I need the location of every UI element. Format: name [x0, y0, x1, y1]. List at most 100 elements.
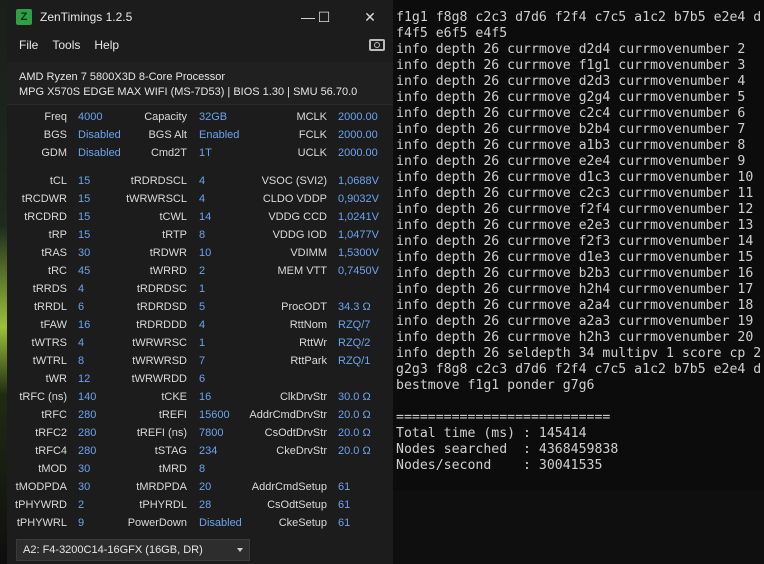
terminal-line: bestmove f1g1 ponder g7g6: [396, 378, 595, 393]
timing-label: tRFC (ns): [19, 391, 67, 403]
timing-label: CsOdtDrvStr: [264, 427, 327, 439]
zentimings-window: Z ZenTimings 1.2.5 — ☐ ✕ File Tools Help…: [7, 0, 393, 564]
timing-label: RttPark: [290, 355, 327, 367]
timing-label: tPHYWRD: [15, 499, 67, 511]
timing-label: CkeDrvStr: [276, 445, 327, 457]
timing-label: tREFI: [158, 409, 187, 421]
timing-value: 1,0241V: [338, 211, 379, 223]
timing-label: tRAS: [41, 247, 67, 259]
timing-label: Freq: [44, 111, 67, 123]
timing-label: tMRDPDA: [136, 481, 187, 493]
terminal-line: f4f5 e6f5 e4f5: [396, 26, 508, 41]
timing-row: BGS Disabled BGS Alt Enabled FCLK 2000.00: [7, 127, 393, 145]
timing-row: tCL 15 tRDRDSCL 4 VSOC (SVI2) 1,0688V: [7, 173, 393, 191]
menu-file[interactable]: File: [19, 38, 38, 52]
timing-label: tRFC4: [35, 445, 67, 457]
timing-label: tMRD: [158, 463, 187, 475]
timing-label: CkeSetup: [278, 517, 327, 529]
timing-label: GDM: [41, 147, 67, 159]
timing-label: tWTRS: [31, 337, 67, 349]
title-bar[interactable]: Z ZenTimings 1.2.5 — ☐ ✕: [7, 0, 393, 34]
timing-value: 20.0 Ω: [338, 409, 371, 421]
timing-label: tSTAG: [154, 445, 187, 457]
timing-value: RZQ/7: [338, 319, 371, 331]
timing-label: tRP: [48, 229, 67, 241]
timing-label: AddrCmdDrvStr: [249, 409, 327, 421]
timing-label: tRFC2: [35, 427, 67, 439]
timing-label: VDDG CCD: [268, 211, 327, 223]
timing-row: tWTRS 4 tWRWRSC 1 RttWr RZQ/2: [7, 335, 393, 353]
timing-label: tRDRDSD: [136, 301, 187, 313]
timing-label: tMODPDA: [15, 481, 67, 493]
chevron-down-icon: [237, 548, 243, 552]
timing-label: BGS: [43, 129, 67, 141]
desktop-background: [393, 490, 764, 564]
menu-tools[interactable]: Tools: [52, 38, 80, 52]
timing-label: RttWr: [299, 337, 327, 349]
terminal-line: info depth 26 currmove a2a4 currmovenumb…: [396, 298, 754, 313]
timing-label: VDDG IOD: [272, 229, 327, 241]
timing-row: tRAS 30 tRDWR 10 VDIMM 1,5300V: [7, 245, 393, 263]
terminal-line: info depth 26 currmove g2g4 currmovenumb…: [396, 90, 746, 105]
timing-row: tRP 15 tRTP 8 VDDG IOD 1,0477V: [7, 227, 393, 245]
timing-row: tMODPDA 30 tMRDPDA 20 AddrCmdSetup 61: [7, 479, 393, 497]
timing-label: AddrCmdSetup: [251, 481, 327, 493]
close-button[interactable]: ✕: [356, 5, 384, 29]
timing-value: 34.3 Ω: [338, 301, 371, 313]
timing-value: 8: [199, 463, 206, 475]
screenshot-camera-icon[interactable]: [369, 39, 385, 51]
terminal-window[interactable]: f1g1 f8g8 c2c3 d7d6 f2f4 c7c5 a1c2 b7b5 …: [393, 0, 764, 490]
timing-label: tRDRDDD: [136, 319, 187, 331]
timing-value: RZQ/1: [338, 355, 371, 367]
timing-label: CsOdtSetup: [267, 499, 327, 511]
timing-row: tWR 12 tWRWRDD 6: [7, 371, 393, 389]
timing-label: tRRDL: [33, 301, 67, 313]
terminal-line: info depth 26 currmove f2f4 currmovenumb…: [396, 202, 754, 217]
terminal-line: info depth 26 currmove b2b4 currmovenumb…: [396, 122, 746, 137]
terminal-line: f1g1 f8g8 c2c3 d7d6 f2f4 c7c5 a1c2 b7b5 …: [396, 10, 762, 25]
timing-label: tWRWRSC: [132, 337, 187, 349]
timing-value: 2000.00: [338, 147, 378, 159]
timing-label: tPHYRDL: [139, 499, 187, 511]
menu-help[interactable]: Help: [94, 38, 119, 52]
timing-label: tPHYWRL: [16, 517, 67, 529]
timing-row: tRFC2 280 tREFI (ns) 7800 CsOdtDrvStr 20.0 Ω: [7, 425, 393, 443]
terminal-line: info depth 26 currmove f1g1 currmovenumb…: [396, 58, 746, 73]
window-title: ZenTimings 1.2.5: [40, 10, 133, 24]
timing-label: tREFI (ns): [136, 427, 187, 439]
memory-module-selected: A2: F4-3200C14-16GFX (16GB, DR): [23, 544, 203, 556]
timing-value: 1: [199, 283, 206, 295]
timing-row: tRRDL 6 tRDRDSD 5 ProcODT 34.3 Ω: [7, 299, 393, 317]
timing-value: 2000.00: [338, 129, 378, 141]
timing-value: 6: [199, 373, 206, 385]
timing-label: tRCDRD: [24, 211, 67, 223]
maximize-button[interactable]: ☐: [310, 5, 338, 29]
system-info: AMD Ryzen 7 5800X3D 8-Core Processor MPG…: [7, 62, 393, 104]
terminal-line: Total time (ms) : 145414: [396, 426, 587, 441]
timing-row: Freq 4000 Capacity 32GB MCLK 2000.00: [7, 109, 393, 127]
timing-value: 1,0688V: [338, 175, 379, 187]
timing-label: Capacity: [144, 111, 187, 123]
timing-row: tRFC 280 tREFI 15600 AddrCmdDrvStr 20.0 Ω: [7, 407, 393, 425]
terminal-line: Nodes/second : 30041535: [396, 458, 603, 473]
terminal-line: info depth 26 currmove d2d3 currmovenumb…: [396, 74, 746, 89]
timing-row: tRFC4 280 tSTAG 234 CkeDrvStr 20.0 Ω: [7, 443, 393, 461]
terminal-output: f1g1 f8g8 c2c3 d7d6 f2f4 c7c5 a1c2 b7b5 …: [393, 0, 764, 474]
timing-label: VDIMM: [290, 247, 327, 259]
terminal-line: info depth 26 currmove f2f3 currmovenumb…: [396, 234, 754, 249]
timing-value: 0,9032V: [338, 193, 379, 205]
terminal-line: info depth 26 currmove h2h3 currmovenumb…: [396, 330, 754, 345]
terminal-line: info depth 26 currmove h2h4 currmovenumb…: [396, 282, 754, 297]
timing-label: tCL: [49, 175, 67, 187]
timing-value: 20.0 Ω: [338, 445, 371, 457]
timing-value: 1,0477V: [338, 229, 379, 241]
timing-value: 20.0 Ω: [338, 427, 371, 439]
timing-label: tWRWRDD: [131, 373, 187, 385]
memory-module-select[interactable]: A2: F4-3200C14-16GFX (16GB, DR): [16, 539, 250, 561]
timings-grid: Freq 4000 Capacity 32GB MCLK 2000.00 BGS Disabl…: [7, 105, 393, 533]
timing-label: tMOD: [38, 463, 67, 475]
timing-row: tRCDWR 15 tWRWRSCL 4 CLDO VDDP 0,9032V: [7, 191, 393, 209]
timing-label: MCLK: [296, 111, 327, 123]
menu-bar: File Tools Help: [7, 34, 393, 56]
